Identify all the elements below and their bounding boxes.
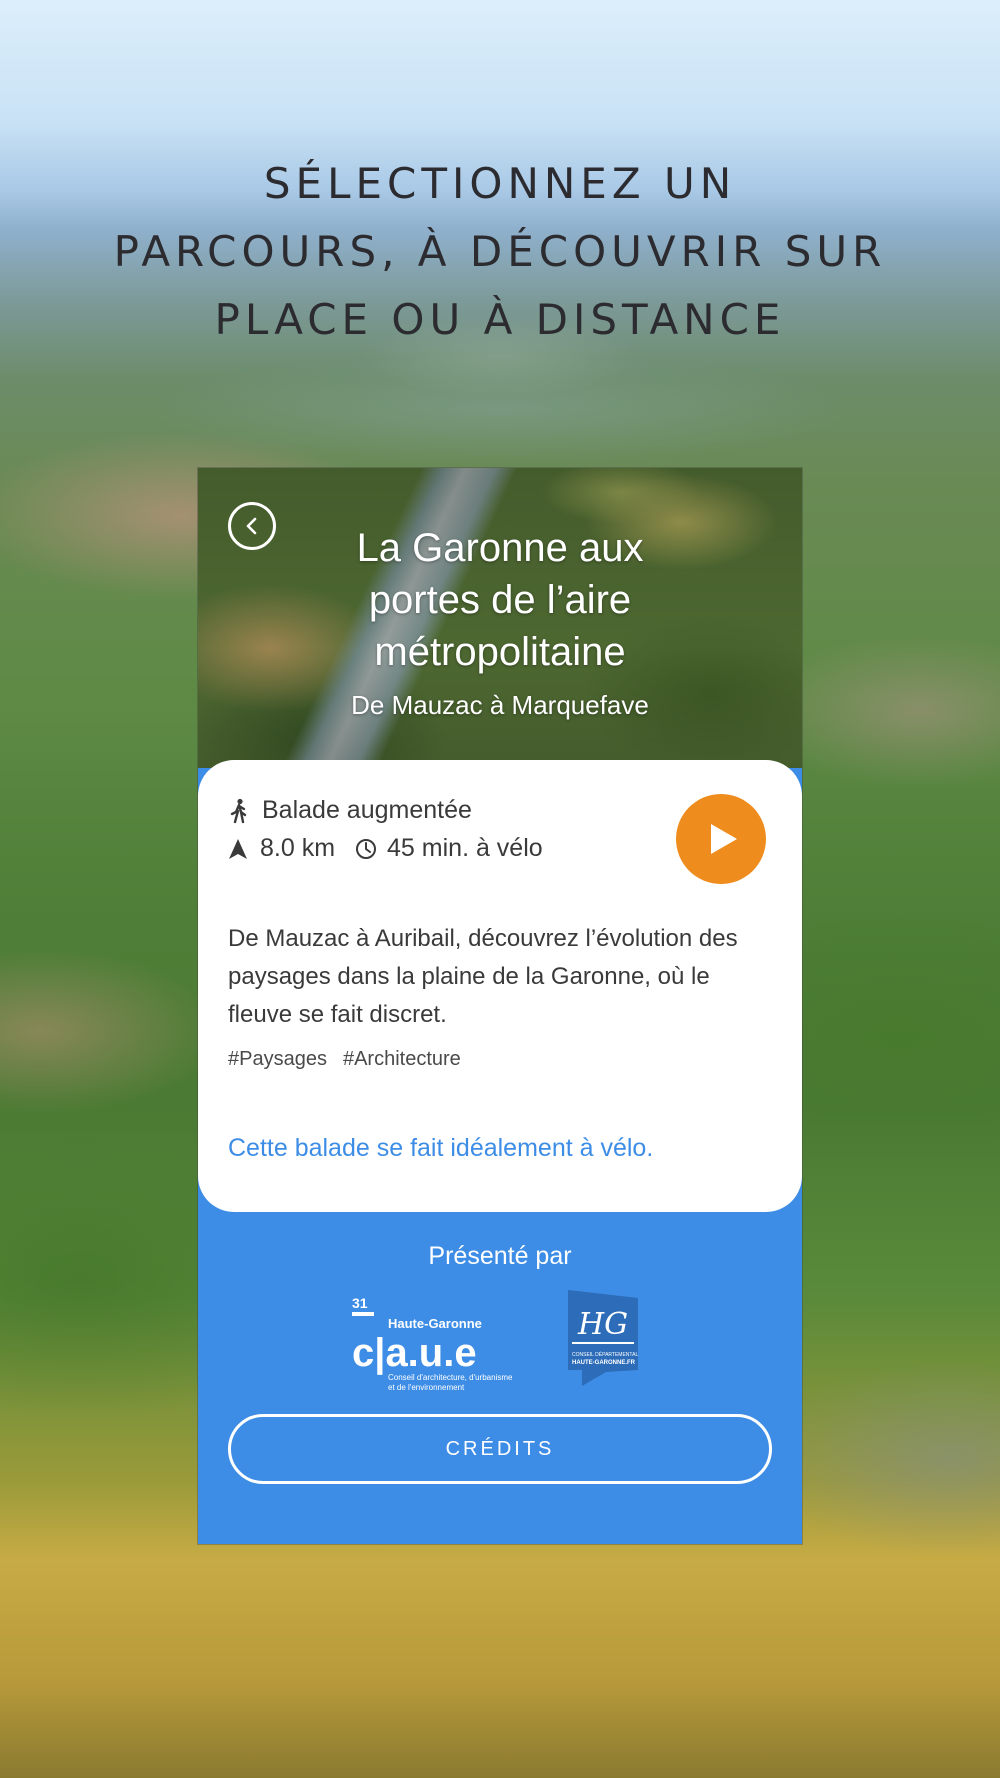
headline-line-3: PLACE OU À DISTANCE [214,295,786,344]
route-title-line-1: La Garonne aux [356,526,644,570]
hg-logo-text: HG [577,1307,628,1342]
caue-name: c|a.u.e [352,1331,477,1375]
headline-line-2: PARCOURS, À DÉCOUVRIR SUR [113,227,887,276]
route-description: De Mauzac à Auribail, découvrez l’évolut… [228,925,738,1028]
caue-tagline-2: et de l'environnement [388,1383,465,1392]
hg-caption-2: HAUTE-GARONNE.FR [572,1360,636,1366]
caue-number: 31 [352,1295,368,1311]
clock-icon [356,838,377,859]
tag-architecture[interactable]: #Architecture [343,1048,461,1071]
route-card: La Garonne aux portes de l’aire métropol… [198,468,802,1544]
play-button[interactable] [676,794,766,884]
caue-logo: 31 Haute-Garonne c|a.u.e Conseil d'archi… [352,1295,513,1392]
caue-tagline-1: Conseil d'architecture, d'urbanisme [388,1373,513,1382]
tag-paysages[interactable]: #Paysages [228,1048,327,1071]
route-title-line-2: portes de l’aire [368,578,632,622]
headline-line-1: SÉLECTIONNEZ UN [263,159,737,208]
walking-person-icon [230,798,247,823]
route-duration: 45 min. à vélo [387,834,543,862]
haute-garonne-logo: HG CONSEIL DÉPARTEMENTAL HAUTE-GARONNE.F… [568,1290,638,1386]
page-headline: SÉLECTIONNEZ UN PARCOURS, À DÉCOUVRIR SU… [100,150,900,354]
route-hero-image: La Garonne aux portes de l’aire métropol… [198,468,802,768]
caue-region: Haute-Garonne [388,1316,482,1331]
route-stats-row: 8.0 km 45 min. à vélo [228,834,543,863]
route-type-label: Balade augmentée [262,796,472,824]
route-tags: #Paysages #Architecture [228,1048,461,1071]
play-icon [711,824,737,854]
route-title-line-3: métropolitaine [374,630,626,674]
back-button[interactable] [228,502,276,550]
route-distance: 8.0 km [260,834,336,862]
navigation-arrow-icon [229,838,247,859]
hg-caption-1: CONSEIL DÉPARTEMENTAL [572,1351,638,1358]
chevron-left-icon [246,517,257,535]
route-title: La Garonne aux portes de l’aire métropol… [278,522,722,678]
route-details-panel: Balade augmentée 8.0 km 45 min. à vélo D… [198,760,802,1212]
route-note: Cette balade se fait idéalement à vélo. [228,1134,654,1162]
credits-button[interactable]: CRÉDITS [228,1414,772,1484]
route-type-row: Balade augmentée [228,796,472,825]
route-subtitle: De Mauzac à Marquefave [351,690,649,720]
presented-by-label: Présenté par [428,1242,572,1270]
